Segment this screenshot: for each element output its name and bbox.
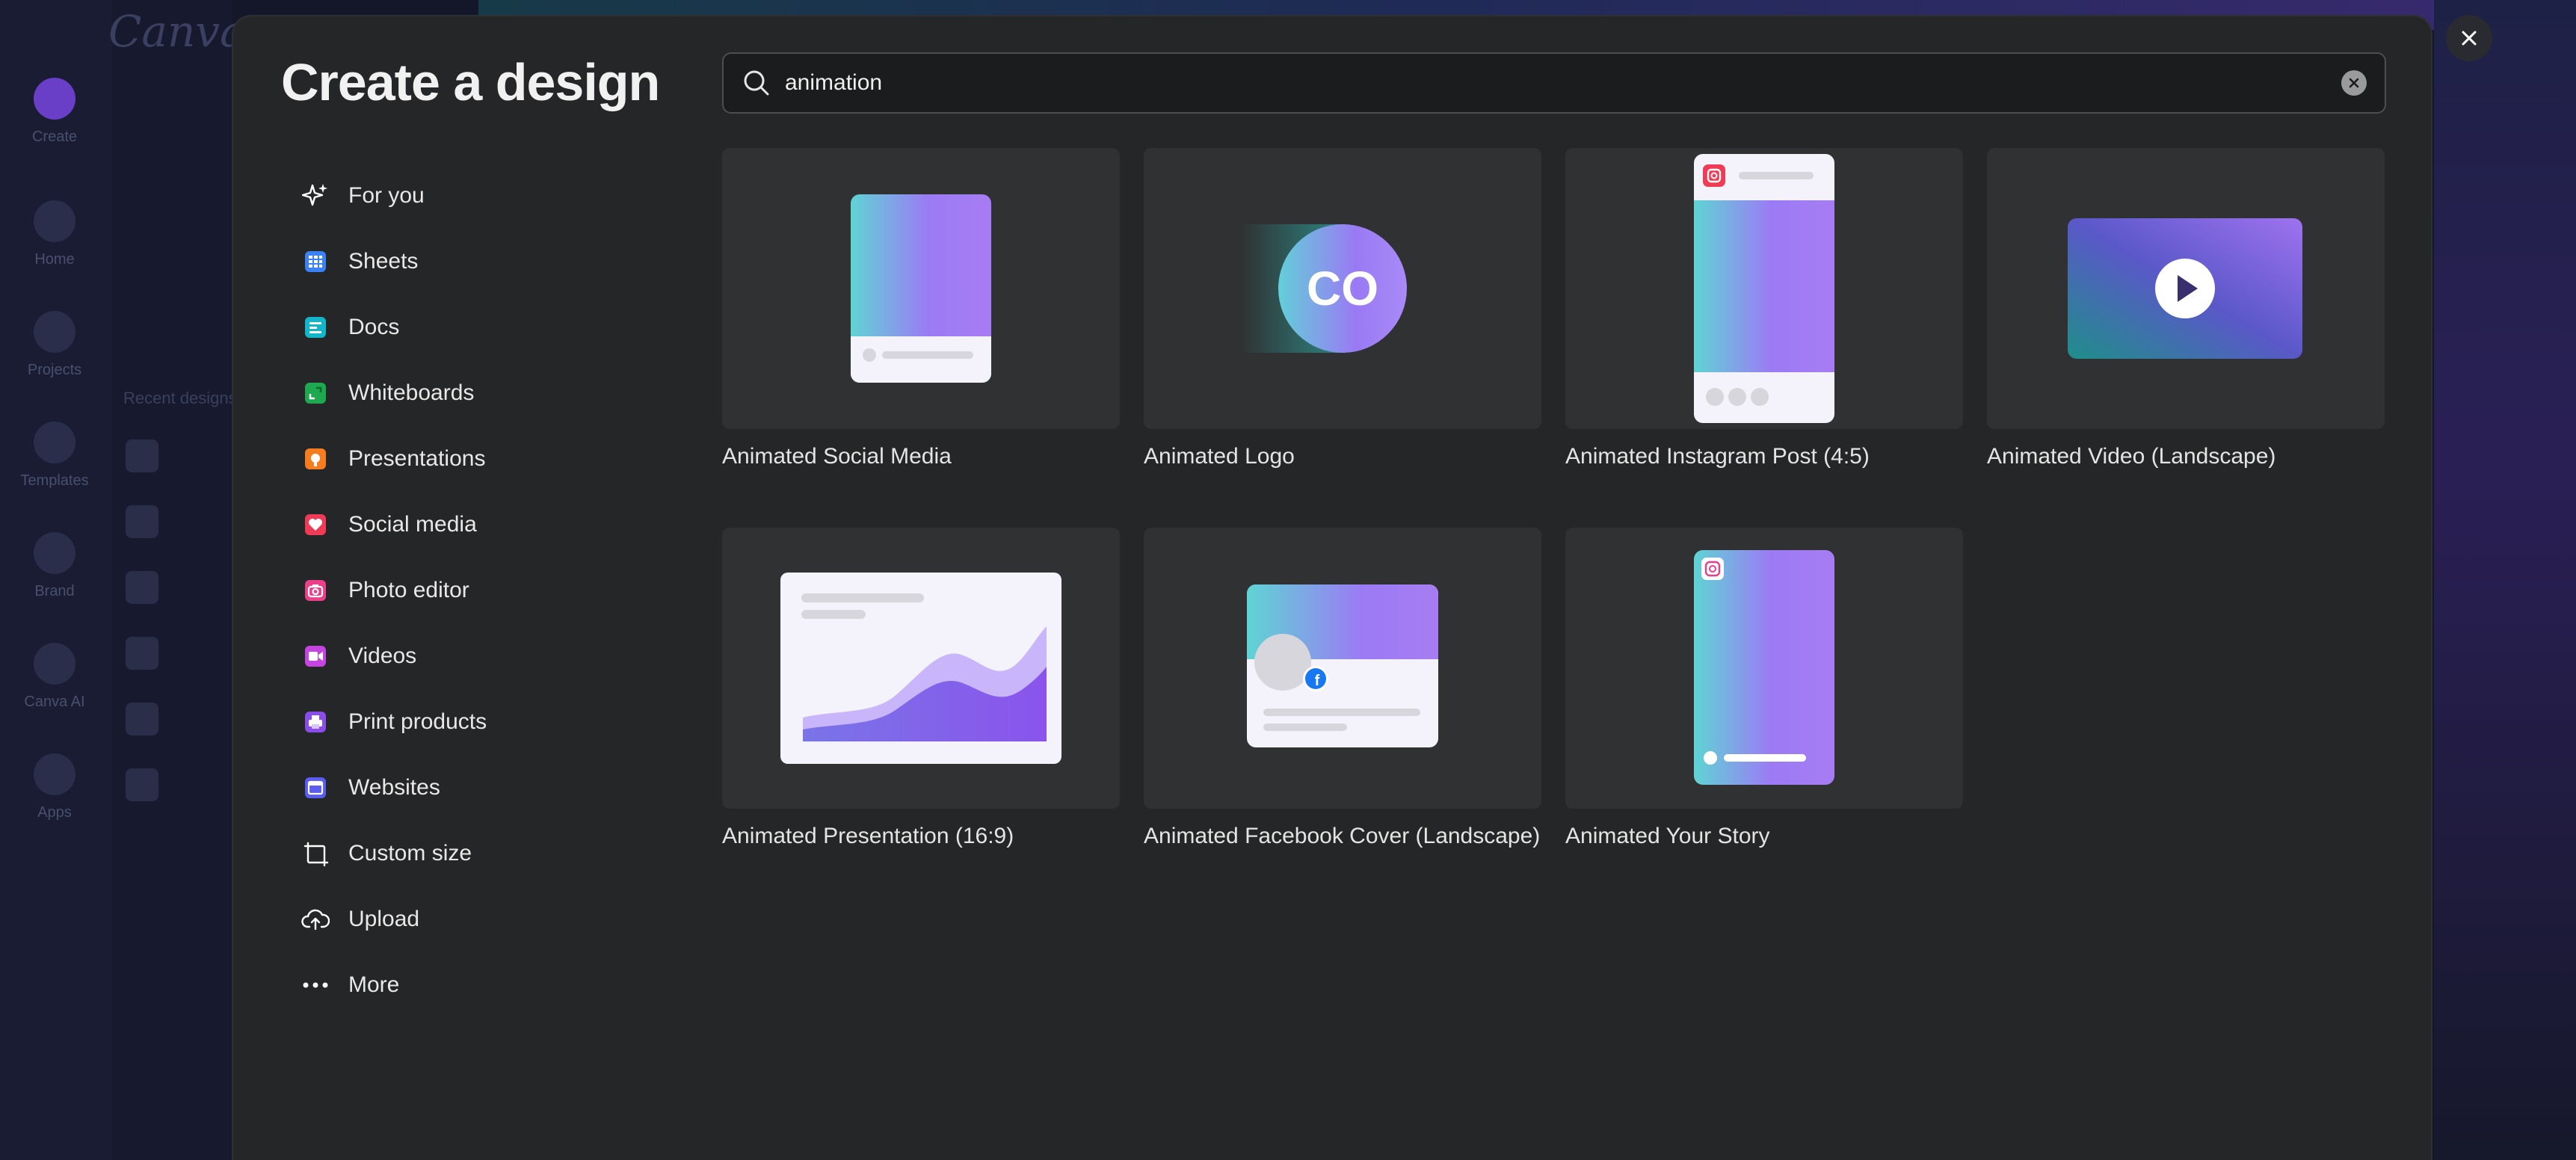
nav-label: Print products xyxy=(348,709,487,734)
presentation-thumb xyxy=(722,528,1120,809)
clear-search-button[interactable] xyxy=(2341,70,2367,96)
nav-label: Docs xyxy=(348,315,400,339)
home-icon xyxy=(34,200,76,242)
rail-item-apps[interactable]: Apps xyxy=(13,753,96,821)
rail-item-home[interactable]: Home xyxy=(13,200,96,268)
nav-item-presentations[interactable]: Presentations xyxy=(301,426,689,492)
close-button[interactable] xyxy=(2446,15,2492,61)
instagram-post-thumb xyxy=(1565,148,1963,429)
recent-design-item[interactable] xyxy=(126,703,158,735)
canva-logo: Canva xyxy=(108,6,246,57)
result-label: Animated Facebook Cover (Landscape) xyxy=(1144,824,1541,848)
docs-icon xyxy=(301,312,330,342)
sheets-icon xyxy=(301,247,330,277)
nav-item-docs[interactable]: Docs xyxy=(301,294,689,360)
logo-thumb: CO xyxy=(1144,148,1541,429)
result-label: Animated Video (Landscape) xyxy=(1987,444,2276,469)
nav-item-custom-size[interactable]: Custom size xyxy=(301,821,689,886)
result-card-animated-social-media[interactable]: Animated Social Media xyxy=(722,148,1120,469)
website-icon xyxy=(301,773,330,803)
background-sidebar-rail: Create Home Projects Templates Brand Can… xyxy=(0,0,112,1160)
clear-icon xyxy=(2349,78,2359,88)
recent-design-item[interactable] xyxy=(126,768,158,801)
nav-label: More xyxy=(348,972,400,997)
nav-item-for-you[interactable]: For you xyxy=(301,163,689,229)
ai-icon xyxy=(34,643,76,685)
recent-design-item[interactable] xyxy=(126,439,158,472)
nav-label: Sheets xyxy=(348,249,419,274)
nav-item-sheets[interactable]: Sheets xyxy=(301,229,689,294)
plus-icon xyxy=(34,78,76,120)
result-label: Animated Instagram Post (4:5) xyxy=(1565,444,1870,469)
nav-label: Videos xyxy=(348,644,417,668)
rail-item-create[interactable]: Create xyxy=(13,78,96,146)
result-card-animated-logo[interactable]: CO Animated Logo xyxy=(1144,148,1541,469)
facebook-cover-thumb: f xyxy=(1144,528,1541,809)
nav-item-print-products[interactable]: Print products xyxy=(301,689,689,755)
nav-label: Presentations xyxy=(348,446,486,471)
brand-icon xyxy=(34,532,76,574)
nav-item-social-media[interactable]: Social media xyxy=(301,492,689,558)
modal-title: Create a design xyxy=(281,53,660,111)
video-thumb xyxy=(1987,148,2385,429)
result-label: Animated Social Media xyxy=(722,444,952,469)
social-media-thumb xyxy=(722,148,1120,429)
whiteboard-icon xyxy=(301,378,330,408)
heart-icon xyxy=(301,510,330,540)
sparkle-icon xyxy=(301,181,330,211)
nav-label: Social media xyxy=(348,512,477,537)
create-design-modal: Create a design For you Sheets Docs Whit… xyxy=(232,15,2432,1160)
template-icon xyxy=(34,422,76,463)
result-label: Animated Your Story xyxy=(1565,824,1770,848)
nav-label: Upload xyxy=(348,907,420,931)
rail-item-canva-ai[interactable]: Canva AI xyxy=(13,643,96,711)
nav-item-whiteboards[interactable]: Whiteboards xyxy=(301,360,689,426)
close-icon xyxy=(2462,31,2477,46)
logo-text: CO xyxy=(1307,262,1378,315)
result-card-animated-facebook-cover[interactable]: f Animated Facebook Cover (Landscape) xyxy=(1144,528,1541,849)
nav-label: For you xyxy=(348,183,425,208)
apps-icon xyxy=(34,753,76,795)
recent-design-item[interactable] xyxy=(126,505,158,538)
video-icon xyxy=(301,641,330,671)
presentation-icon xyxy=(301,444,330,474)
rail-item-projects[interactable]: Projects xyxy=(13,311,96,379)
nav-label: Websites xyxy=(348,775,440,800)
nav-item-videos[interactable]: Videos xyxy=(301,623,689,689)
nav-label: Whiteboards xyxy=(348,380,475,405)
design-search-bar[interactable] xyxy=(722,52,2386,114)
recent-designs-heading: Recent designs xyxy=(123,389,237,407)
search-input[interactable] xyxy=(785,70,2341,96)
more-icon xyxy=(301,970,330,1000)
folder-icon xyxy=(34,311,76,353)
print-icon xyxy=(301,707,330,737)
result-label: Animated Presentation (16:9) xyxy=(722,824,1014,848)
upload-icon xyxy=(301,904,330,934)
result-card-animated-your-story[interactable]: Animated Your Story xyxy=(1565,528,1963,849)
story-thumb xyxy=(1565,528,1963,809)
nav-item-more[interactable]: More xyxy=(301,952,689,1018)
background-right-area xyxy=(2434,0,2576,1160)
nav-label: Custom size xyxy=(348,841,472,866)
search-icon xyxy=(744,70,769,96)
nav-item-photo-editor[interactable]: Photo editor xyxy=(301,558,689,623)
result-card-animated-video[interactable]: Animated Video (Landscape) xyxy=(1987,148,2385,469)
nav-item-upload[interactable]: Upload xyxy=(301,886,689,952)
rail-item-brand[interactable]: Brand xyxy=(13,532,96,600)
nav-label: Photo editor xyxy=(348,578,469,602)
nav-item-websites[interactable]: Websites xyxy=(301,755,689,821)
recent-design-item[interactable] xyxy=(126,571,158,604)
recent-design-item[interactable] xyxy=(126,637,158,670)
category-nav: For you Sheets Docs Whiteboards Presenta… xyxy=(301,163,689,1018)
svg-text:f: f xyxy=(1315,673,1320,689)
result-card-animated-presentation[interactable]: Animated Presentation (16:9) xyxy=(722,528,1120,849)
custom-size-icon xyxy=(301,839,330,869)
result-card-animated-instagram-post[interactable]: Animated Instagram Post (4:5) xyxy=(1565,148,1963,469)
camera-icon xyxy=(301,576,330,605)
result-label: Animated Logo xyxy=(1144,444,1295,469)
rail-item-templates[interactable]: Templates xyxy=(13,422,96,490)
